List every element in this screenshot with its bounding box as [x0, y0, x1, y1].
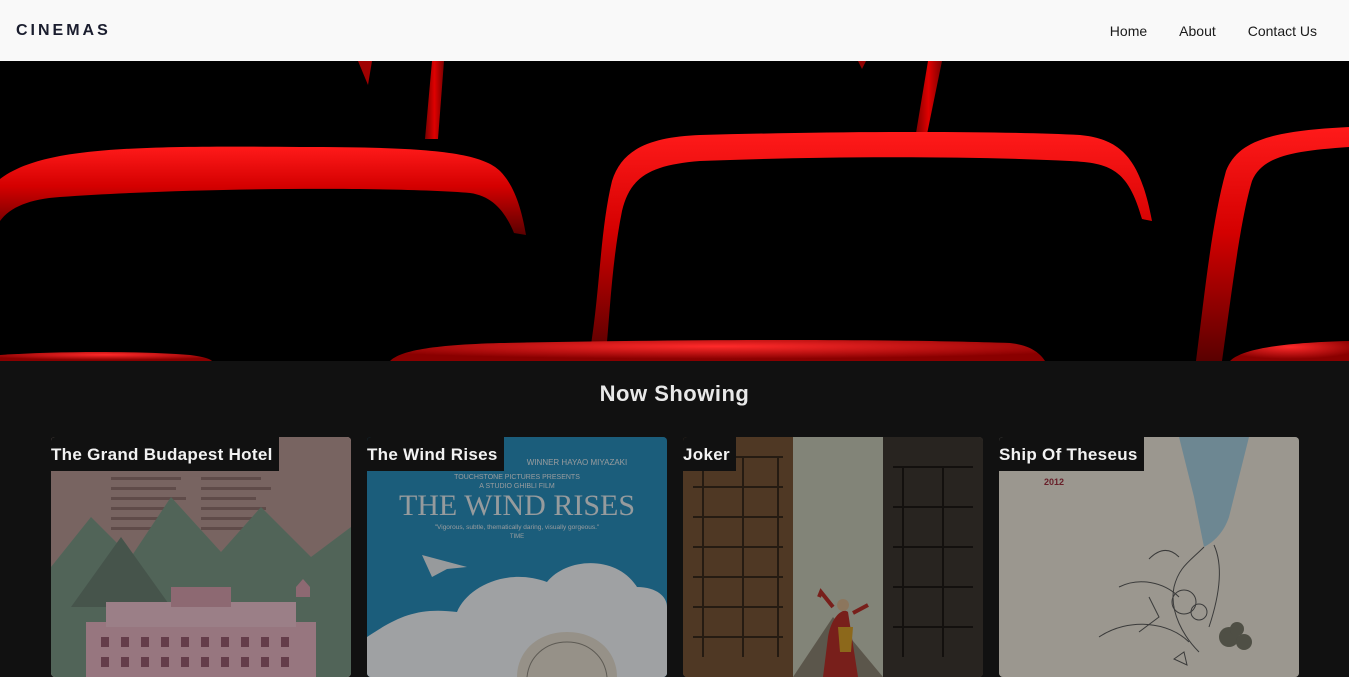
section-title: Now Showing	[599, 381, 750, 406]
hero-banner	[0, 61, 1349, 361]
movie-title: Ship Of Theseus	[999, 437, 1144, 471]
movie-card-joker[interactable]: Joker	[683, 437, 983, 677]
now-showing-section: Now Showing The Grand Budapest Hotel WIN…	[0, 361, 1349, 677]
movie-title: The Grand Budapest Hotel	[51, 437, 279, 471]
movie-title: Joker	[683, 437, 736, 471]
poster-shade	[999, 437, 1299, 677]
movie-card-grand-budapest-hotel[interactable]: The Grand Budapest Hotel	[51, 437, 351, 677]
poster-shade	[683, 437, 983, 677]
poster-shade	[51, 437, 351, 677]
cinema-seats-image	[0, 61, 1349, 361]
nav-link-about[interactable]: About	[1179, 23, 1216, 39]
movie-card-wind-rises[interactable]: WINNER HAYAO MIYAZAKI TOUCHSTONE PICTURE…	[367, 437, 667, 677]
navbar: CINEMAS Home About Contact Us	[0, 0, 1349, 61]
movie-title: The Wind Rises	[367, 437, 504, 471]
poster-shade	[367, 437, 667, 677]
brand-logo[interactable]: CINEMAS	[16, 22, 111, 40]
movie-card-ship-of-theseus[interactable]: 2012 Ship Of Theseus	[999, 437, 1299, 677]
nav-link-contact-us[interactable]: Contact Us	[1248, 23, 1317, 39]
nav-links: Home About Contact Us	[1110, 23, 1333, 39]
nav-link-home[interactable]: Home	[1110, 23, 1147, 39]
